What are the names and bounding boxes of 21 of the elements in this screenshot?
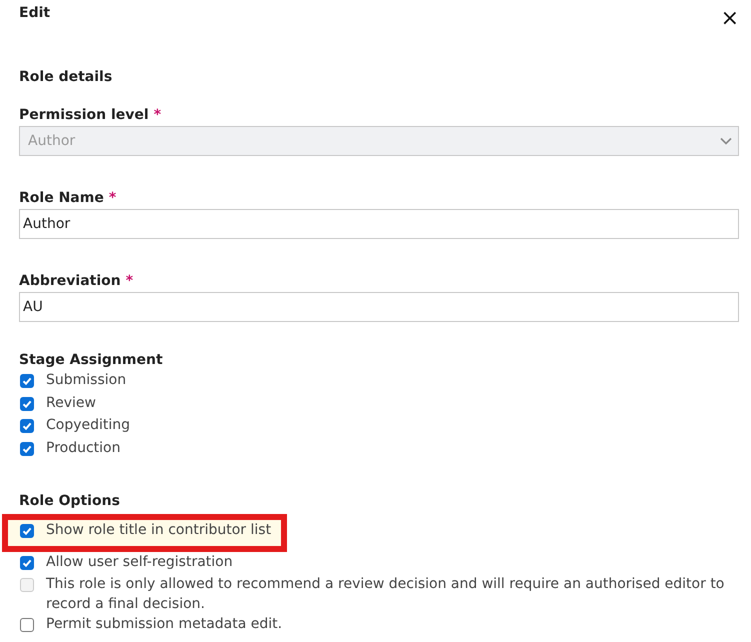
checkbox-label: Permit submission metadata edit. — [46, 615, 282, 634]
field-label: Permission level — [19, 107, 149, 123]
checkbox-label: This role is only allowed to recommend a review decision and will require an authorised editor to record a final decision. — [46, 575, 726, 614]
checkbox-label: Production — [46, 438, 120, 458]
field-label: Abbreviation — [19, 273, 121, 289]
input-field[interactable]: Author — [19, 209, 739, 239]
dialog-title: Edit — [19, 5, 50, 21]
field-label: Role Name — [19, 190, 104, 206]
input-field[interactable]: AU — [19, 292, 739, 322]
required-mark: * — [126, 273, 134, 289]
checkbox-label: Submission — [46, 371, 126, 390]
group-label: Stage Assignment — [19, 352, 164, 370]
checkbox-label: Allow user self-registration — [46, 552, 233, 572]
checkbox-label: Copyediting — [46, 416, 130, 435]
required-mark: * — [154, 107, 162, 123]
section-title: Role details — [19, 69, 114, 85]
checkbox-label: Review — [46, 394, 96, 412]
required-mark: * — [108, 190, 116, 206]
group-label: Role Options — [19, 493, 121, 511]
close-button[interactable]: × — [720, 8, 739, 30]
checkbox-label: Show role title in contributor list — [46, 521, 272, 540]
